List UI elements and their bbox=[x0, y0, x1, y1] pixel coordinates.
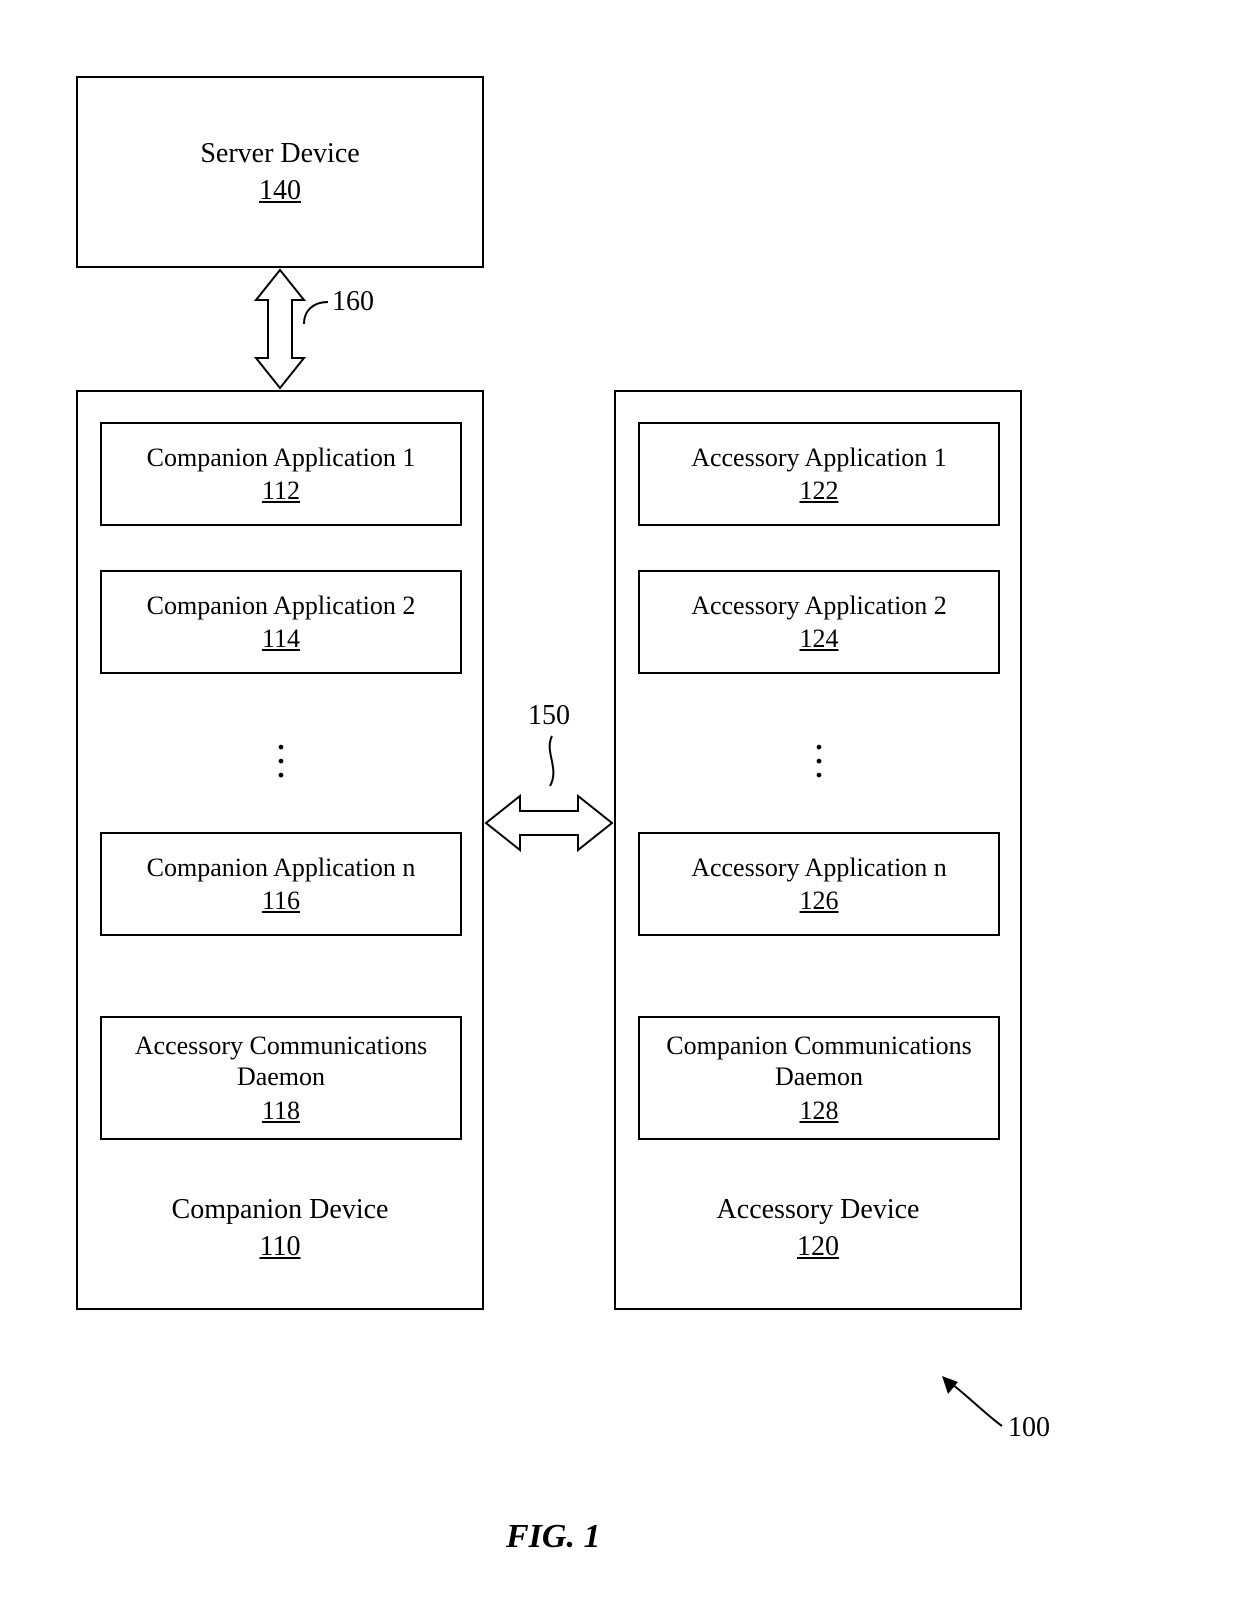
accessory-device-name: Accessory Device bbox=[616, 1192, 1020, 1227]
companion-app-1-ref: 112 bbox=[262, 475, 300, 506]
arrow-server-companion bbox=[240, 268, 320, 390]
accessory-app-n-ref: 126 bbox=[800, 885, 839, 916]
arrow-100 bbox=[936, 1376, 1006, 1430]
accessory-app-2: Accessory Application 2 124 bbox=[638, 570, 1000, 674]
leader-150 bbox=[540, 734, 564, 788]
companion-ellipsis: ... bbox=[276, 730, 286, 772]
accessory-app-n-title: Accessory Application n bbox=[691, 852, 947, 883]
companion-daemon: Accessory Communications Daemon 118 bbox=[100, 1016, 462, 1140]
companion-app-2: Companion Application 2 114 bbox=[100, 570, 462, 674]
companion-daemon-ref: 118 bbox=[262, 1095, 300, 1126]
accessory-app-1-ref: 122 bbox=[800, 475, 839, 506]
companion-app-1: Companion Application 1 112 bbox=[100, 422, 462, 526]
accessory-daemon-title1: Companion Communications bbox=[666, 1030, 972, 1061]
server-box: Server Device 140 bbox=[76, 76, 484, 268]
companion-daemon-title1: Accessory Communications bbox=[135, 1030, 427, 1061]
companion-device-name: Companion Device bbox=[78, 1192, 482, 1227]
companion-device-label: Companion Device 110 bbox=[78, 1192, 482, 1264]
hook-160 bbox=[302, 296, 332, 328]
companion-app-n: Companion Application n 116 bbox=[100, 832, 462, 936]
accessory-app-1: Accessory Application 1 122 bbox=[638, 422, 1000, 526]
accessory-device-ref: 120 bbox=[797, 1229, 839, 1264]
server-title: Server Device bbox=[200, 136, 359, 171]
label-160: 160 bbox=[332, 286, 374, 318]
diagram-page: Server Device 140 Companion Application … bbox=[0, 0, 1240, 1624]
label-150: 150 bbox=[528, 700, 570, 732]
companion-app-2-ref: 114 bbox=[262, 623, 300, 654]
label-100: 100 bbox=[1008, 1412, 1050, 1444]
accessory-ellipsis: ... bbox=[814, 730, 824, 772]
accessory-device-label: Accessory Device 120 bbox=[616, 1192, 1020, 1264]
companion-app-n-ref: 116 bbox=[262, 885, 300, 916]
figure-label: FIG. 1 bbox=[506, 1518, 600, 1556]
accessory-device-box: Accessory Application 1 122 Accessory Ap… bbox=[614, 390, 1022, 1310]
companion-app-1-title: Companion Application 1 bbox=[147, 442, 416, 473]
accessory-daemon-ref: 128 bbox=[800, 1095, 839, 1126]
server-ref: 140 bbox=[259, 173, 301, 208]
accessory-app-n: Accessory Application n 126 bbox=[638, 832, 1000, 936]
accessory-app-2-title: Accessory Application 2 bbox=[691, 590, 947, 621]
companion-app-n-title: Companion Application n bbox=[147, 852, 416, 883]
companion-device-box: Companion Application 1 112 Companion Ap… bbox=[76, 390, 484, 1310]
accessory-daemon-title2: Daemon bbox=[775, 1061, 863, 1092]
companion-app-2-title: Companion Application 2 bbox=[147, 590, 416, 621]
accessory-daemon: Companion Communications Daemon 128 bbox=[638, 1016, 1000, 1140]
arrow-devices bbox=[484, 786, 614, 860]
accessory-app-2-ref: 124 bbox=[800, 623, 839, 654]
companion-daemon-title2: Daemon bbox=[237, 1061, 325, 1092]
accessory-app-1-title: Accessory Application 1 bbox=[691, 442, 947, 473]
companion-device-ref: 110 bbox=[260, 1229, 301, 1264]
